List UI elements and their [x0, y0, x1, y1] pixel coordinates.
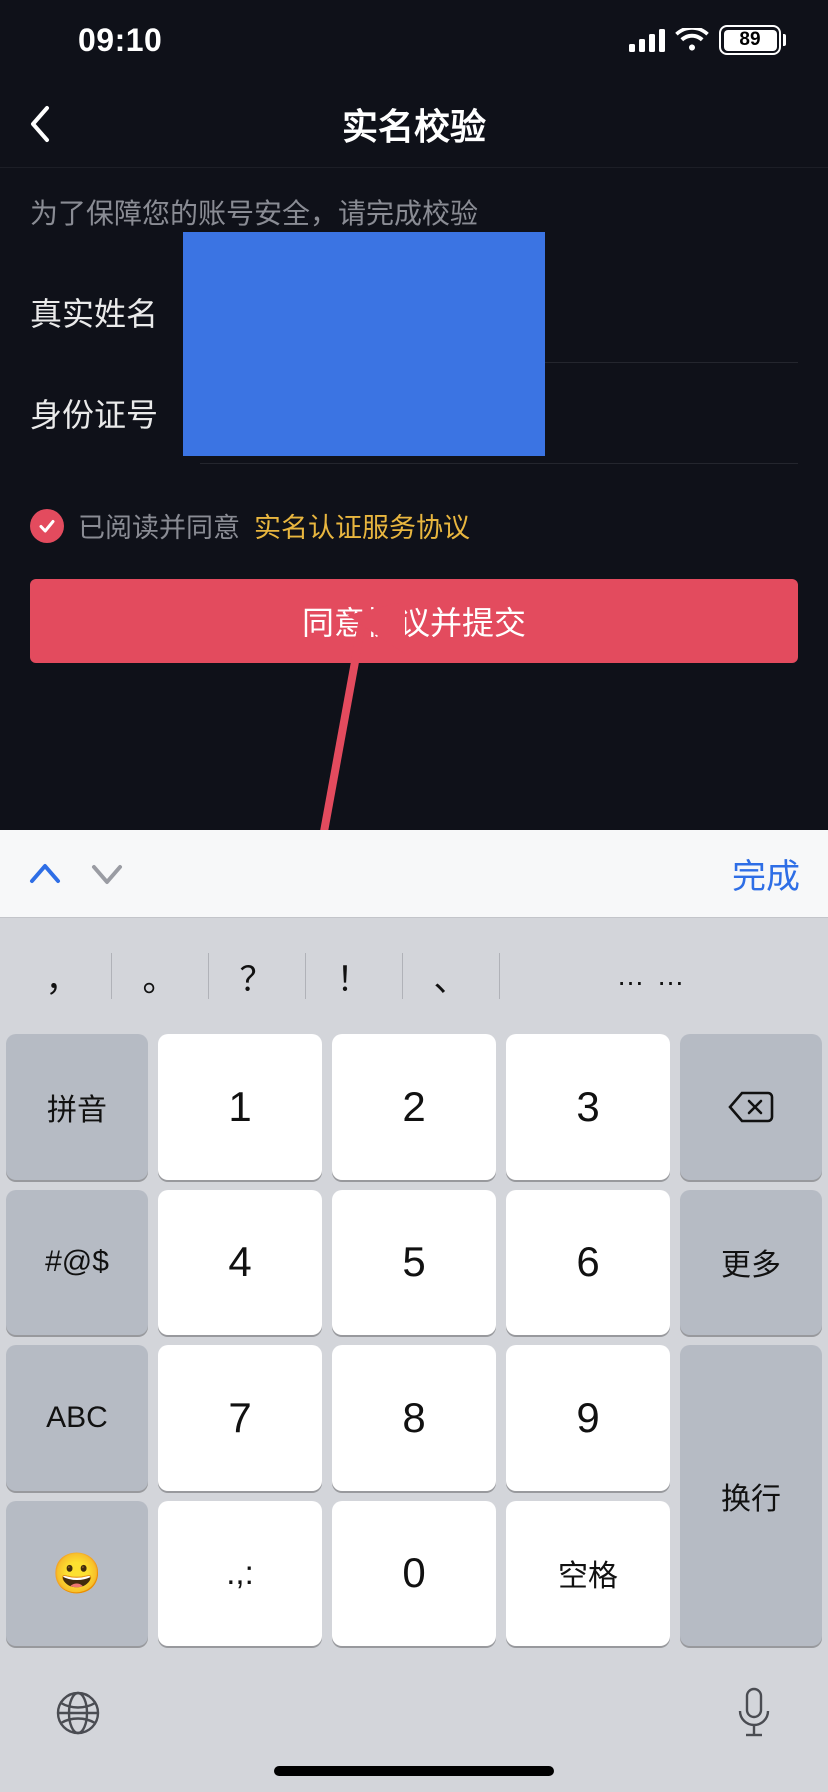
abc-key[interactable]: ABC — [6, 1345, 148, 1491]
key-4[interactable]: 4 — [158, 1190, 322, 1336]
symbol-key[interactable]: 。 — [126, 952, 194, 1001]
name-label: 真实姓名 — [30, 289, 200, 335]
key-9[interactable]: 9 — [506, 1345, 670, 1491]
space-key[interactable]: 空格 — [506, 1501, 670, 1647]
cellular-icon — [629, 28, 665, 52]
symbol-key[interactable]: …… — [514, 960, 800, 992]
symbol-key[interactable]: ， — [29, 952, 97, 1001]
pinyin-key[interactable]: 拼音 — [6, 1034, 148, 1180]
key-2[interactable]: 2 — [332, 1034, 496, 1180]
symbols-key[interactable]: #@$ — [6, 1190, 148, 1336]
chevron-left-icon — [28, 105, 50, 143]
page-title: 实名校验 — [0, 98, 828, 150]
home-indicator[interactable] — [274, 1766, 554, 1776]
key-punct[interactable]: .,: — [158, 1501, 322, 1647]
symbol-row: ， 。 ？ ！ 、 …… — [6, 918, 822, 1034]
agreement-link[interactable]: 实名认证服务协议 — [254, 506, 470, 545]
key-0[interactable]: 0 — [332, 1501, 496, 1647]
microphone-icon — [734, 1687, 774, 1739]
dictation-button[interactable] — [734, 1687, 774, 1744]
status-time: 09:10 — [78, 22, 162, 59]
agreement-row: 已阅读并同意 实名认证服务协议 — [30, 464, 798, 579]
id-label: 身份证号 — [30, 390, 200, 436]
more-key[interactable]: 更多 — [680, 1190, 822, 1336]
enter-key[interactable]: 换行 — [680, 1345, 822, 1646]
keyboard-done-button[interactable]: 完成 — [732, 849, 800, 898]
key-5[interactable]: 5 — [332, 1190, 496, 1336]
key-3[interactable]: 3 — [506, 1034, 670, 1180]
keyboard-accessory-bar: 完成 — [0, 830, 828, 918]
globe-button[interactable] — [54, 1689, 102, 1742]
symbol-key[interactable]: ！ — [320, 952, 388, 1001]
backspace-icon — [728, 1090, 774, 1124]
wifi-icon — [675, 28, 709, 52]
prev-field-button[interactable] — [28, 859, 62, 889]
keyboard-grid: 拼音 1 2 3 #@$ 4 5 6 更多 ABC 7 8 9 换行 😀 .,:… — [6, 1034, 822, 1656]
keyboard-main: ， 。 ？ ！ 、 …… 拼音 1 2 3 #@$ 4 5 6 更多 ABC 7… — [0, 918, 828, 1656]
battery-icon: 89 — [719, 25, 786, 55]
back-button[interactable] — [28, 105, 50, 143]
next-field-button[interactable] — [90, 859, 124, 889]
emoji-key[interactable]: 😀 — [6, 1501, 148, 1647]
redaction-overlay — [183, 232, 545, 456]
agreement-prefix: 已阅读并同意 — [78, 506, 240, 545]
symbol-key[interactable]: 、 — [417, 952, 485, 1001]
submit-button[interactable]: 同意协议并提交 — [30, 579, 798, 663]
globe-icon — [54, 1689, 102, 1737]
keyboard: 完成 ， 。 ？ ！ 、 …… 拼音 1 2 3 #@$ 4 5 6 更多 — [0, 830, 828, 1792]
check-icon — [37, 516, 57, 536]
key-7[interactable]: 7 — [158, 1345, 322, 1491]
agreement-checkbox[interactable] — [30, 509, 64, 543]
nav-header: 实名校验 — [0, 80, 828, 168]
key-8[interactable]: 8 — [332, 1345, 496, 1491]
key-6[interactable]: 6 — [506, 1190, 670, 1336]
key-1[interactable]: 1 — [158, 1034, 322, 1180]
symbol-key[interactable]: ？ — [223, 952, 291, 1001]
backspace-key[interactable] — [680, 1034, 822, 1180]
status-indicators: 89 — [629, 25, 786, 55]
status-bar: 09:10 89 — [0, 0, 828, 80]
